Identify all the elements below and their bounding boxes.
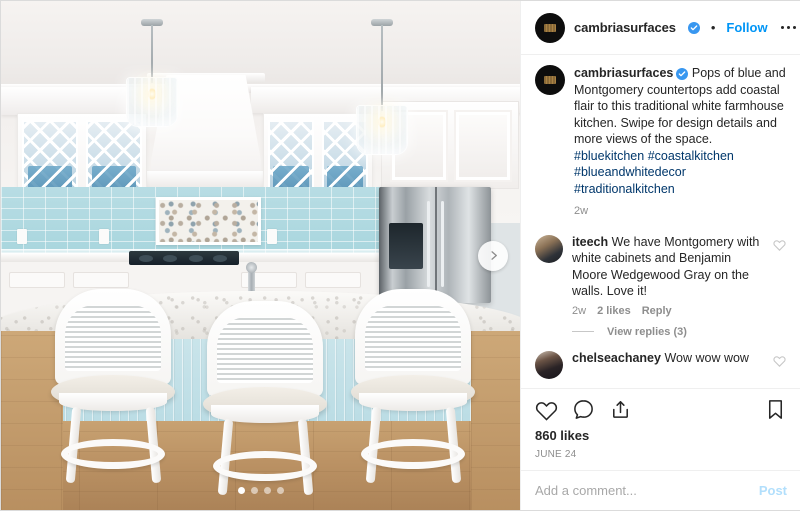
replies-divider [572, 331, 594, 332]
comment-text: Wow wow wow [664, 350, 749, 365]
post-date: JUNE 24 [535, 449, 577, 460]
caption-timestamp: 2w [574, 205, 589, 217]
instagram-post: cambriasurfaces • Follow cambriasurfaces [0, 0, 800, 511]
likes-count[interactable]: 860 likes [521, 426, 800, 443]
heart-icon [535, 402, 558, 421]
hashtag[interactable]: #traditionalkitchen [574, 182, 675, 196]
kitchen-photo [1, 1, 520, 510]
comment-username[interactable]: iteech [572, 235, 608, 249]
caption-username[interactable]: cambriasurfaces [574, 66, 673, 80]
comment-likes[interactable]: 2 likes [597, 305, 631, 317]
pendant-light-right [356, 19, 408, 155]
caption-avatar[interactable] [535, 65, 565, 95]
mosaic-accent-panel [156, 197, 261, 245]
comment-reply-button[interactable]: Reply [642, 305, 672, 317]
comment-avatar[interactable] [535, 234, 563, 263]
hashtag[interactable]: #bluekitchen [574, 149, 644, 163]
follow-button[interactable]: Follow [726, 20, 767, 35]
carousel-dot[interactable] [276, 487, 284, 494]
refrigerator [379, 187, 491, 303]
comment-like-button[interactable] [773, 354, 787, 379]
save-button[interactable] [764, 398, 787, 421]
hashtag[interactable]: #blueandwhitedecor [574, 165, 686, 179]
like-button[interactable] [535, 398, 558, 421]
comment-avatar[interactable] [535, 350, 563, 379]
comments-feed[interactable]: cambriasurfaces Pops of blue and Montgom… [521, 55, 800, 388]
comment-icon [574, 400, 593, 419]
caption-block: cambriasurfaces Pops of blue and Montgom… [535, 65, 787, 220]
carousel-dot-active[interactable] [237, 487, 245, 494]
outlet [99, 229, 109, 244]
caption-text-wrap: cambriasurfaces Pops of blue and Montgom… [574, 65, 787, 220]
bar-stool [49, 289, 177, 484]
carousel-dots [237, 487, 284, 494]
check-icon [690, 24, 698, 30]
verified-badge-icon [687, 21, 700, 34]
post-media[interactable] [1, 1, 520, 510]
view-replies-button[interactable]: View replies (3) [607, 326, 687, 338]
comment-item: chelseachaney Wow wow wow [535, 350, 787, 379]
hashtag[interactable]: #coastalkitchen [648, 149, 734, 163]
view-replies-row[interactable]: View replies (3) [572, 326, 787, 338]
post-header: cambriasurfaces • Follow [521, 1, 800, 55]
header-username[interactable]: cambriasurfaces [574, 20, 676, 35]
share-icon [613, 401, 628, 418]
bar-stool [349, 289, 477, 484]
bookmark-icon [768, 400, 783, 419]
header-separator: • [710, 20, 716, 35]
comment-item: iteech We have Montgomery with white cab… [535, 234, 787, 317]
comment-timestamp: 2w [572, 304, 587, 317]
more-options-button[interactable] [777, 22, 800, 33]
avatar[interactable] [535, 12, 565, 43]
add-comment-bar: Post [521, 470, 800, 510]
comment-like-button[interactable] [773, 238, 787, 317]
hardwood-floor-right [471, 331, 520, 510]
comment-username[interactable]: chelseachaney [572, 351, 661, 365]
outlet [267, 229, 277, 244]
share-button[interactable] [609, 398, 632, 421]
action-bar [521, 388, 800, 426]
outlet [17, 229, 27, 244]
caption-verified-icon [676, 68, 689, 80]
check-icon [679, 71, 686, 77]
heart-icon [773, 355, 786, 367]
heart-icon [773, 239, 786, 251]
comment-input[interactable] [535, 483, 759, 498]
caption-hashtags: #bluekitchen #coastalkitchen #blueandwhi… [574, 148, 787, 198]
ceiling [1, 1, 520, 101]
bar-stool [201, 301, 329, 496]
comment-meta: 2w 2 likes Reply [572, 305, 764, 317]
pendant-light-left [126, 19, 178, 129]
carousel-next-button[interactable] [478, 240, 508, 271]
post-sidebar: cambriasurfaces • Follow cambriasurfaces [520, 1, 800, 510]
comment-button[interactable] [572, 398, 595, 421]
cooktop [129, 251, 239, 265]
carousel-dot[interactable] [250, 487, 258, 494]
post-comment-button[interactable]: Post [759, 483, 787, 498]
carousel-dot[interactable] [263, 487, 271, 494]
chevron-right-icon [490, 251, 497, 260]
